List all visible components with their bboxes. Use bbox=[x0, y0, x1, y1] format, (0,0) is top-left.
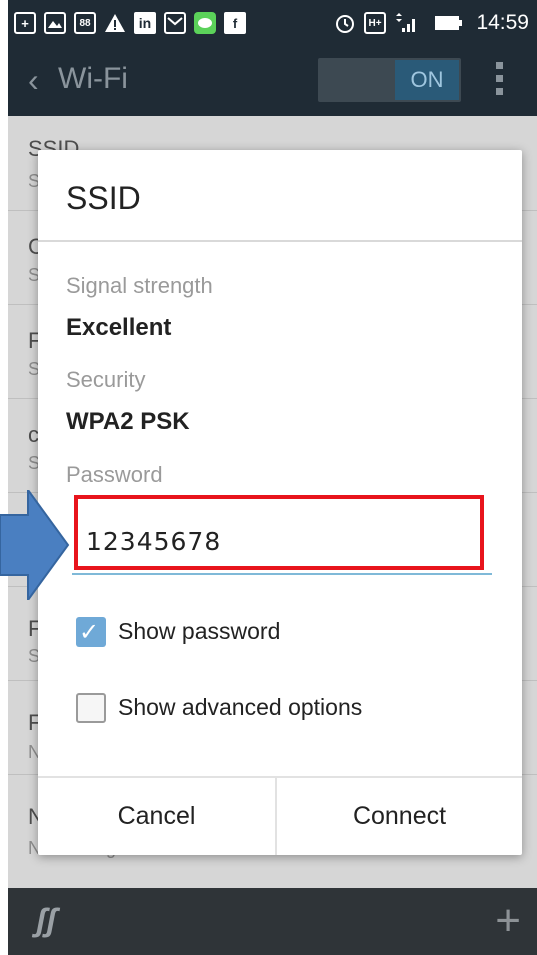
badge-88-icon: 88 bbox=[74, 12, 96, 34]
signal-strength-label: Signal strength bbox=[66, 273, 213, 298]
password-label: Password bbox=[66, 462, 163, 487]
wifi-toggle-thumb[interactable]: ON bbox=[395, 60, 459, 100]
show-password-checkbox[interactable]: ✓ bbox=[76, 617, 106, 647]
check-icon: ✓ bbox=[79, 619, 100, 646]
signal-icon bbox=[394, 12, 424, 34]
connect-button[interactable]: Connect bbox=[277, 778, 522, 855]
advanced-options-row[interactable]: Show advanced options bbox=[76, 689, 506, 729]
annotation-arrow-icon bbox=[0, 490, 70, 600]
dialog-title: SSID bbox=[66, 180, 141, 216]
hplus-icon: H+ bbox=[364, 12, 386, 34]
line-icon bbox=[194, 12, 216, 34]
wifi-connect-dialog: SSID Signal strength Excellent Security … bbox=[38, 150, 522, 855]
cancel-button[interactable]: Cancel bbox=[38, 778, 275, 855]
facebook-icon: f bbox=[224, 12, 246, 34]
password-highlight-box bbox=[74, 495, 484, 570]
signal-strength-value: Excellent bbox=[66, 314, 172, 341]
linkedin-icon: in bbox=[134, 12, 156, 34]
battery-icon bbox=[434, 12, 464, 34]
image-icon bbox=[44, 12, 66, 34]
status-bar: + 88 in f H+ 14:59 bbox=[8, 0, 537, 48]
advanced-options-label: Show advanced options bbox=[118, 694, 363, 720]
add-network-icon[interactable]: + bbox=[495, 896, 521, 946]
show-password-label: Show password bbox=[118, 618, 281, 644]
advanced-options-checkbox[interactable] bbox=[76, 693, 106, 723]
overflow-menu-icon[interactable] bbox=[496, 62, 506, 95]
phone-screen: + 88 in f H+ 14:59 ‹ Wi-Fi ON SSID S C S… bbox=[8, 0, 537, 955]
alarm-icon bbox=[334, 12, 356, 34]
show-password-row[interactable]: ✓ Show password bbox=[76, 613, 506, 653]
page-title[interactable]: Wi-Fi bbox=[58, 62, 128, 96]
back-chevron-icon[interactable]: ‹ bbox=[28, 62, 39, 99]
warning-icon bbox=[104, 12, 126, 34]
action-bar: ‹ Wi-Fi ON bbox=[8, 48, 537, 116]
mail-icon bbox=[164, 12, 186, 34]
title-divider bbox=[38, 240, 522, 242]
bottom-bar: ʃʃ + bbox=[8, 888, 537, 955]
security-label: Security bbox=[66, 367, 146, 392]
wifi-toggle[interactable]: ON bbox=[318, 58, 461, 102]
plus-icon: + bbox=[14, 12, 36, 34]
wifi-direct-icon[interactable]: ʃʃ bbox=[36, 902, 76, 942]
clock: 14:59 bbox=[476, 11, 529, 34]
security-value: WPA2 PSK bbox=[66, 408, 190, 435]
